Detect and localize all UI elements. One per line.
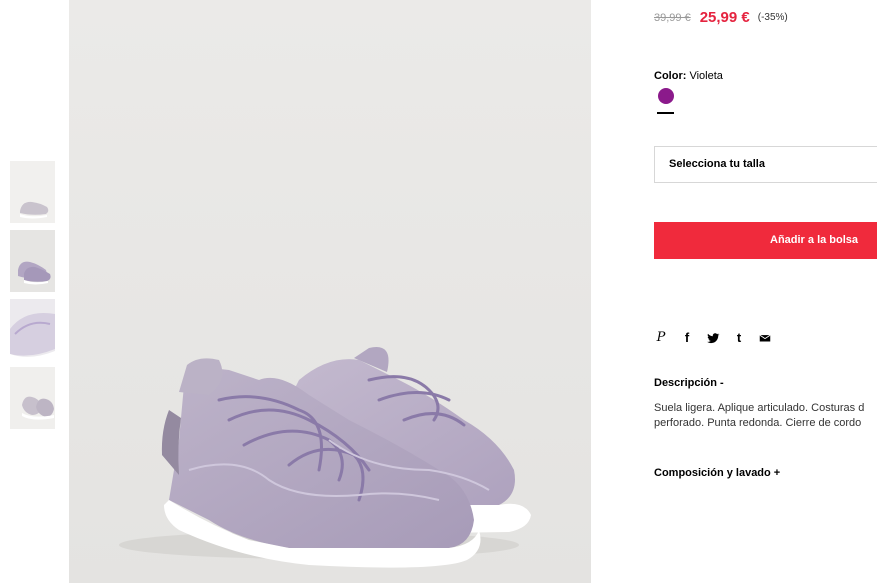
thumbnail-shoe-image bbox=[10, 161, 55, 223]
selected-swatch-indicator bbox=[657, 112, 674, 114]
description-text: Suela ligera. Aplique articulado. Costur… bbox=[654, 402, 865, 429]
thumbnail-3[interactable] bbox=[10, 299, 55, 361]
add-to-bag-button[interactable]: Añadir a la bolsa bbox=[654, 222, 877, 259]
sneakers-illustration bbox=[69, 0, 591, 583]
color-swatch-violeta[interactable] bbox=[658, 88, 674, 104]
discount-badge: (-35%) bbox=[757, 12, 788, 24]
old-price: 39,99 € bbox=[654, 11, 691, 24]
composition-toggle[interactable]: Composición y lavado + bbox=[654, 467, 780, 479]
size-select-label: Selecciona tu talla bbox=[669, 158, 765, 170]
email-icon[interactable] bbox=[758, 331, 772, 345]
color-value: Violeta bbox=[689, 70, 723, 82]
facebook-icon[interactable]: f bbox=[680, 331, 694, 345]
thumbnail-1[interactable] bbox=[10, 161, 55, 223]
thumbnail-shoe-image bbox=[10, 299, 55, 361]
thumbnail-shoe-image bbox=[10, 367, 55, 429]
thumbnail-2[interactable] bbox=[10, 230, 55, 292]
color-row: Color: Violeta bbox=[654, 70, 723, 82]
color-label: Color: bbox=[654, 70, 687, 82]
tumblr-icon[interactable]: t bbox=[732, 331, 746, 345]
thumbnail-4[interactable] bbox=[10, 367, 55, 429]
thumbnail-shoe-image bbox=[10, 230, 55, 292]
description-toggle[interactable]: Descripción - bbox=[654, 377, 724, 389]
twitter-icon[interactable] bbox=[706, 331, 720, 345]
sale-price: 25,99 € bbox=[699, 9, 750, 27]
product-main-image[interactable] bbox=[69, 0, 591, 583]
size-select[interactable]: Selecciona tu talla bbox=[654, 146, 877, 183]
price-row: 39,99 € 25,99 € (-35%) bbox=[654, 9, 788, 27]
pinterest-icon[interactable]: P bbox=[654, 331, 668, 345]
add-to-bag-label: Añadir a la bolsa bbox=[770, 234, 859, 246]
